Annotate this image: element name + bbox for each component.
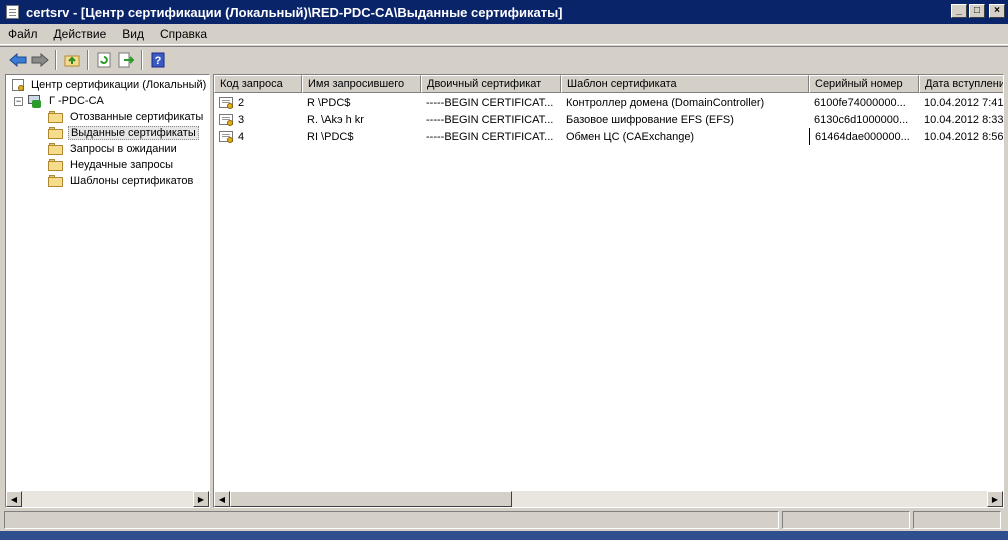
tree-root[interactable]: Центр сертификации (Локальный): [10, 77, 208, 93]
tree-item-label: Отозванные сертификаты: [70, 111, 204, 123]
scroll-left-icon[interactable]: ◀: [214, 491, 230, 507]
request-id-cell: 3: [214, 111, 302, 128]
status-pane-main: [4, 511, 779, 529]
menu-action[interactable]: Действие: [54, 27, 107, 41]
tree-item-revoked[interactable]: Отозванные сертификаты: [48, 109, 205, 125]
certificate-template: Базовое шифрование EFS (EFS): [566, 113, 734, 126]
tree-horizontal-scrollbar[interactable]: ◀ ▶: [6, 491, 209, 507]
column-header-effective-date[interactable]: Дата вступления: [919, 75, 1003, 93]
title-bar: certsrv - [Центр сертификации (Локальный…: [0, 0, 1008, 24]
binary-certificate: -----BEGIN CERTIFICAT...: [426, 113, 554, 126]
tree-item-label: Запросы в ожидании: [70, 143, 177, 155]
column-header-binary-certificate[interactable]: Двоичный сертификат: [421, 75, 561, 93]
forward-arrow-icon[interactable]: [29, 49, 51, 71]
tree-ca-node[interactable]: − Г -PDC-CA: [14, 93, 106, 109]
folder-icon: [48, 126, 64, 140]
back-arrow-icon[interactable]: [7, 49, 29, 71]
certificate-template: Контроллер домена (DomainController): [566, 96, 765, 109]
binary-certificate: -----BEGIN CERTIFICAT...: [426, 130, 554, 143]
console-tree-panel: Центр сертификации (Локальный) − Г -PDC-…: [5, 74, 210, 508]
request-id: 4: [238, 130, 245, 143]
certificate-icon: [219, 96, 235, 110]
certsrv-app-icon: [4, 4, 22, 20]
serial-number: 61464dae000000...: [809, 128, 919, 145]
table-row[interactable]: 2 R \PDC$ -----BEGIN CERTIFICAT... Контр…: [214, 94, 1004, 111]
tree-root-label: Центр сертификации (Локальный): [31, 79, 207, 91]
table-row[interactable]: 4 RI \PDC$ -----BEGIN CERTIFICAT... Обме…: [214, 128, 1004, 145]
scroll-right-icon[interactable]: ▶: [193, 491, 209, 507]
collapse-icon[interactable]: −: [14, 96, 23, 106]
menu-help[interactable]: Справка: [160, 27, 207, 41]
minimize-button[interactable]: _: [951, 4, 967, 18]
tree-item-failed[interactable]: Неудачные запросы: [48, 157, 175, 173]
taskbar-strip: [0, 531, 1008, 540]
certificate-icon: [219, 130, 235, 144]
maximize-button[interactable]: □: [969, 4, 985, 18]
scroll-track[interactable]: [22, 491, 193, 507]
table-header: Код запроса Имя запросившего Двоичный се…: [214, 75, 1003, 93]
folder-icon: [48, 142, 64, 156]
column-header-serial-number[interactable]: Серийный номер: [809, 75, 919, 93]
export-list-icon[interactable]: [115, 49, 137, 71]
close-button[interactable]: ×: [989, 4, 1005, 18]
column-header-request-id[interactable]: Код запроса: [214, 75, 302, 93]
help-icon[interactable]: ?: [147, 49, 169, 71]
scroll-right-icon[interactable]: ▶: [987, 491, 1003, 507]
tree-item-issued[interactable]: Выданные сертификаты: [48, 125, 199, 141]
toolbar-separator: [55, 49, 57, 70]
tree-ca-label: Г -PDC-CA: [49, 95, 104, 107]
request-id-cell: 4: [214, 128, 302, 145]
tree-item-label: Неудачные запросы: [70, 159, 174, 171]
binary-certificate: -----BEGIN CERTIFICAT...: [426, 96, 554, 109]
status-pane-middle: [782, 511, 910, 529]
tree-item-label: Шаблоны сертификатов: [70, 175, 194, 187]
tree-item-templates[interactable]: Шаблоны сертификатов: [48, 173, 195, 189]
certificate-list: 2 R \PDC$ -----BEGIN CERTIFICAT... Контр…: [214, 94, 1004, 145]
requester-name: R. \Akэ h kr: [307, 113, 364, 126]
folder-icon: [48, 158, 64, 172]
request-id-cell: 2: [214, 94, 302, 111]
scroll-thumb[interactable]: [230, 491, 512, 507]
menu-file[interactable]: Файл: [8, 27, 38, 41]
table-row[interactable]: 3 R. \Akэ h kr -----BEGIN CERTIFICAT... …: [214, 111, 1004, 128]
ca-server-icon: [27, 94, 43, 108]
console-tree: Центр сертификации (Локальный) − Г -PDC-…: [6, 75, 209, 489]
certificate-authority-root-icon: [10, 78, 26, 92]
menu-view[interactable]: Вид: [122, 27, 144, 41]
folder-icon: [48, 110, 64, 124]
scroll-track[interactable]: [230, 491, 987, 507]
tree-item-pending[interactable]: Запросы в ожидании: [48, 141, 179, 157]
status-bar: [0, 510, 1008, 530]
toolbar: ?: [0, 46, 1008, 72]
up-folder-icon[interactable]: [61, 49, 83, 71]
results-panel: Код запроса Имя запросившего Двоичный се…: [213, 74, 1004, 508]
requester-name: R \PDC$: [307, 96, 351, 109]
toolbar-separator: [141, 49, 143, 70]
requester-name: RI \PDC$: [307, 130, 354, 143]
folder-icon: [48, 174, 64, 188]
scroll-left-icon[interactable]: ◀: [6, 491, 22, 507]
tree-item-label: Выданные сертификаты: [68, 126, 199, 140]
certificate-icon: [219, 113, 235, 127]
status-pane-right: [913, 511, 1001, 529]
results-horizontal-scrollbar[interactable]: ◀ ▶: [214, 491, 1003, 507]
effective-date: 10.04.2012 7:41: [924, 96, 1004, 109]
serial-number: 6130c6d1000000...: [814, 113, 909, 126]
effective-date: 10.04.2012 8:56: [924, 130, 1004, 143]
effective-date: 10.04.2012 8:33: [924, 113, 1004, 126]
serial-number: 6100fe74000000...: [814, 96, 906, 109]
mmc-window: certsrv - [Центр сертификации (Локальный…: [0, 0, 1008, 540]
menu-bar: Файл Действие Вид Справка: [0, 24, 1008, 45]
request-id: 3: [238, 113, 245, 126]
request-id: 2: [238, 96, 245, 109]
svg-text:?: ?: [155, 55, 162, 67]
column-header-requester-name[interactable]: Имя запросившего: [302, 75, 421, 93]
certificate-template: Обмен ЦС (CAExchange): [566, 130, 695, 143]
column-header-certificate-template[interactable]: Шаблон сертификата: [561, 75, 809, 93]
toolbar-separator: [87, 49, 89, 70]
window-title: certsrv - [Центр сертификации (Локальный…: [26, 4, 563, 20]
refresh-icon[interactable]: [93, 49, 115, 71]
